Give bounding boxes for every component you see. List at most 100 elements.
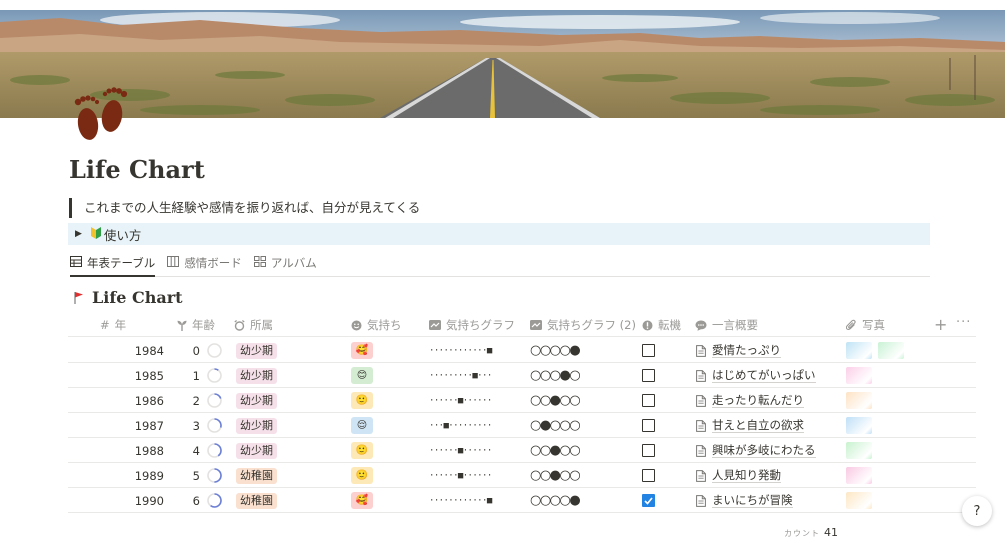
age-cell[interactable]: 3 <box>180 413 200 438</box>
more-options-button[interactable]: ··· <box>956 315 971 330</box>
year-cell[interactable]: 1985 <box>132 363 164 388</box>
summary-link[interactable]: 興味が多岐にわたる <box>712 443 816 458</box>
mood-graph-cell[interactable]: ······■······ <box>429 388 492 413</box>
mood-cell[interactable]: 🙂 <box>351 388 373 413</box>
column-header-turning-point[interactable]: 転機 <box>642 313 681 337</box>
mood-cell[interactable]: 🙂 <box>351 438 373 463</box>
turning-point-cell[interactable] <box>642 438 655 463</box>
column-header-photo[interactable]: 写真 <box>846 313 885 337</box>
summary-link[interactable]: はじめてがいっぱい <box>712 368 816 383</box>
database-title[interactable]: Life Chart <box>74 288 183 307</box>
age-cell[interactable]: 2 <box>180 388 200 413</box>
photo-thumbnail[interactable] <box>846 492 872 509</box>
photo-thumbnail[interactable] <box>846 467 872 484</box>
turning-point-checkbox[interactable] <box>642 394 655 407</box>
table-row[interactable]: 1985 1 幼少期 😊 ·········■··· ○○○●○ はじめてがいっぱい <box>68 363 976 388</box>
mood-graph-2-cell[interactable]: ○○○●○ <box>530 363 581 388</box>
table-row[interactable]: 1984 0 幼少期 🥰 ············■ ○○○○● 愛情たっぷり <box>68 338 976 363</box>
photo-thumbnail[interactable] <box>846 342 872 359</box>
age-cell[interactable]: 0 <box>180 338 200 363</box>
mood-cell[interactable]: 🥰 <box>351 488 373 513</box>
year-cell[interactable]: 1988 <box>132 438 164 463</box>
mood-graph-cell[interactable]: ······■······ <box>429 438 492 463</box>
turning-point-checkbox[interactable] <box>642 469 655 482</box>
help-button[interactable]: ? <box>962 496 992 526</box>
turning-point-cell[interactable] <box>642 488 655 513</box>
summary-link[interactable]: 甘えと自立の欲求 <box>712 418 804 433</box>
photo-cell[interactable] <box>846 338 910 363</box>
stage-cell[interactable]: 幼少期 <box>236 413 277 438</box>
mood-cell[interactable]: 😌 <box>351 413 373 438</box>
year-cell[interactable]: 1989 <box>132 463 164 488</box>
table-row[interactable]: 1987 3 幼少期 😌 ···■········· ○●○○○ 甘えと自立の欲求 <box>68 413 976 438</box>
stage-cell[interactable]: 幼少期 <box>236 363 277 388</box>
column-header-graph-2[interactable]: 気持ちグラフ (2) <box>530 313 636 337</box>
table-row[interactable]: 1989 5 幼稚園 🙂 ······■······ ○○●○○ 人見知り発動 <box>68 463 976 488</box>
age-cell[interactable]: 6 <box>180 488 200 513</box>
tab-gallery-view[interactable]: アルバム <box>253 251 317 277</box>
stage-cell[interactable]: 幼稚園 <box>236 488 277 513</box>
summary-cell[interactable]: 興味が多岐にわたる <box>696 438 816 463</box>
summary-cell[interactable]: はじめてがいっぱい <box>696 363 816 388</box>
turning-point-cell[interactable] <box>642 388 655 413</box>
year-cell[interactable]: 1986 <box>132 388 164 413</box>
table-row[interactable]: 1990 6 幼稚園 🥰 ············■ ○○○○● まいにちが冒険 <box>68 488 976 513</box>
summary-cell[interactable]: まいにちが冒険 <box>696 488 793 513</box>
turning-point-checkbox[interactable] <box>642 344 655 357</box>
photo-thumbnail[interactable] <box>846 392 872 409</box>
mood-cell[interactable]: 😊 <box>351 363 373 388</box>
mood-graph-cell[interactable]: ············■ <box>429 338 492 363</box>
turning-point-checkbox[interactable] <box>642 369 655 382</box>
column-header-year[interactable]: # 年 <box>100 313 126 337</box>
table-row[interactable]: 1986 2 幼少期 🙂 ······■······ ○○●○○ 走ったり転んだり <box>68 388 976 413</box>
column-header-graph[interactable]: 気持ちグラフ <box>429 313 515 337</box>
mood-graph-cell[interactable]: ············■ <box>429 488 492 513</box>
stage-cell[interactable]: 幼稚園 <box>236 463 277 488</box>
summary-link[interactable]: まいにちが冒険 <box>712 493 793 508</box>
summary-link[interactable]: 愛情たっぷり <box>712 343 781 358</box>
tab-table-view[interactable]: 年表テーブル <box>70 251 156 277</box>
summary-cell[interactable]: 愛情たっぷり <box>696 338 781 363</box>
year-cell[interactable]: 1990 <box>132 488 164 513</box>
photo-thumbnail[interactable] <box>846 442 872 459</box>
mood-graph-2-cell[interactable]: ○●○○○ <box>530 413 581 438</box>
turning-point-checkbox[interactable] <box>642 494 655 507</box>
turning-point-cell[interactable] <box>642 463 655 488</box>
summary-cell[interactable]: 人見知り発動 <box>696 463 781 488</box>
photo-cell[interactable] <box>846 413 878 438</box>
stage-cell[interactable]: 幼少期 <box>236 338 277 363</box>
usage-toggle[interactable]: ▶ 使い方 <box>68 223 930 245</box>
age-cell[interactable]: 5 <box>180 463 200 488</box>
mood-graph-2-cell[interactable]: ○○●○○ <box>530 438 581 463</box>
photo-thumbnail[interactable] <box>878 342 904 359</box>
photo-cell[interactable] <box>846 363 878 388</box>
age-cell[interactable]: 4 <box>180 438 200 463</box>
mood-cell[interactable]: 🥰 <box>351 338 373 363</box>
summary-cell[interactable]: 甘えと自立の欲求 <box>696 413 804 438</box>
footprints-icon[interactable] <box>68 86 134 148</box>
page-quote[interactable]: これまでの人生経験や感情を振り返れば、自分が見えてくる <box>69 198 420 218</box>
year-cell[interactable]: 1984 <box>132 338 164 363</box>
column-header-summary[interactable]: 一言概要 <box>695 313 758 337</box>
photo-thumbnail[interactable] <box>846 367 872 384</box>
age-cell[interactable]: 1 <box>180 363 200 388</box>
mood-graph-2-cell[interactable]: ○○●○○ <box>530 388 581 413</box>
summary-link[interactable]: 走ったり転んだり <box>712 393 804 408</box>
toggle-triangle-icon[interactable]: ▶ <box>75 229 82 239</box>
table-row[interactable]: 1988 4 幼少期 🙂 ······■······ ○○●○○ 興味が多岐にわたる <box>68 438 976 463</box>
turning-point-cell[interactable] <box>642 363 655 388</box>
tab-board-view[interactable]: 感情ボード <box>167 251 242 277</box>
mood-cell[interactable]: 🙂 <box>351 463 373 488</box>
turning-point-cell[interactable] <box>642 338 655 363</box>
year-cell[interactable]: 1987 <box>132 413 164 438</box>
photo-cell[interactable] <box>846 488 878 513</box>
page-title[interactable]: Life Chart <box>69 155 205 184</box>
add-column-button[interactable]: + <box>934 315 947 334</box>
stage-cell[interactable]: 幼少期 <box>236 388 277 413</box>
mood-graph-cell[interactable]: ···■········· <box>429 413 492 438</box>
photo-cell[interactable] <box>846 438 878 463</box>
mood-graph-2-cell[interactable]: ○○○○● <box>530 338 581 363</box>
stage-cell[interactable]: 幼少期 <box>236 438 277 463</box>
photo-cell[interactable] <box>846 388 878 413</box>
mood-graph-2-cell[interactable]: ○○●○○ <box>530 463 581 488</box>
